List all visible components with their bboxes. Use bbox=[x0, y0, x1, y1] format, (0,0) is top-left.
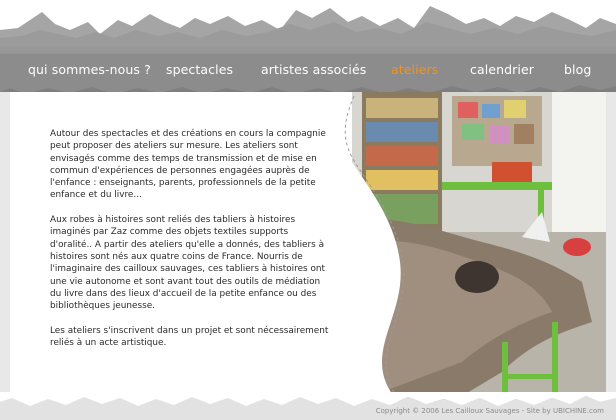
footer-copyright: Copyright © 2006 Les Cailloux Sauvages -… bbox=[375, 407, 604, 415]
atelier-description: Autour des spectacles et des créations e… bbox=[50, 128, 330, 362]
torn-paper-bottom-decoration bbox=[0, 392, 616, 420]
left-margin bbox=[0, 92, 10, 402]
nav-item-spectacles[interactable]: spectacles bbox=[166, 62, 233, 77]
paragraph-conclusion: Les ateliers s'inscrivent dans un projet… bbox=[50, 325, 329, 349]
nav-item-calendrier[interactable]: calendrier bbox=[470, 62, 534, 77]
nav-item-ateliers[interactable]: ateliers bbox=[391, 62, 438, 77]
nav-item-artistes-associes[interactable]: artistes associés bbox=[261, 62, 366, 77]
paragraph-tabliers: Aux robes à histoires sont reliés des ta… bbox=[50, 215, 326, 312]
right-margin bbox=[606, 92, 616, 402]
nav-item-qui-sommes-nous[interactable]: qui sommes-nous ? bbox=[28, 62, 151, 77]
paragraph-intro: Autour des spectacles et des créations e… bbox=[50, 129, 326, 201]
nav-item-blog[interactable]: blog bbox=[564, 62, 591, 77]
main-navigation: qui sommes-nous ? spectacles artistes as… bbox=[0, 62, 616, 82]
